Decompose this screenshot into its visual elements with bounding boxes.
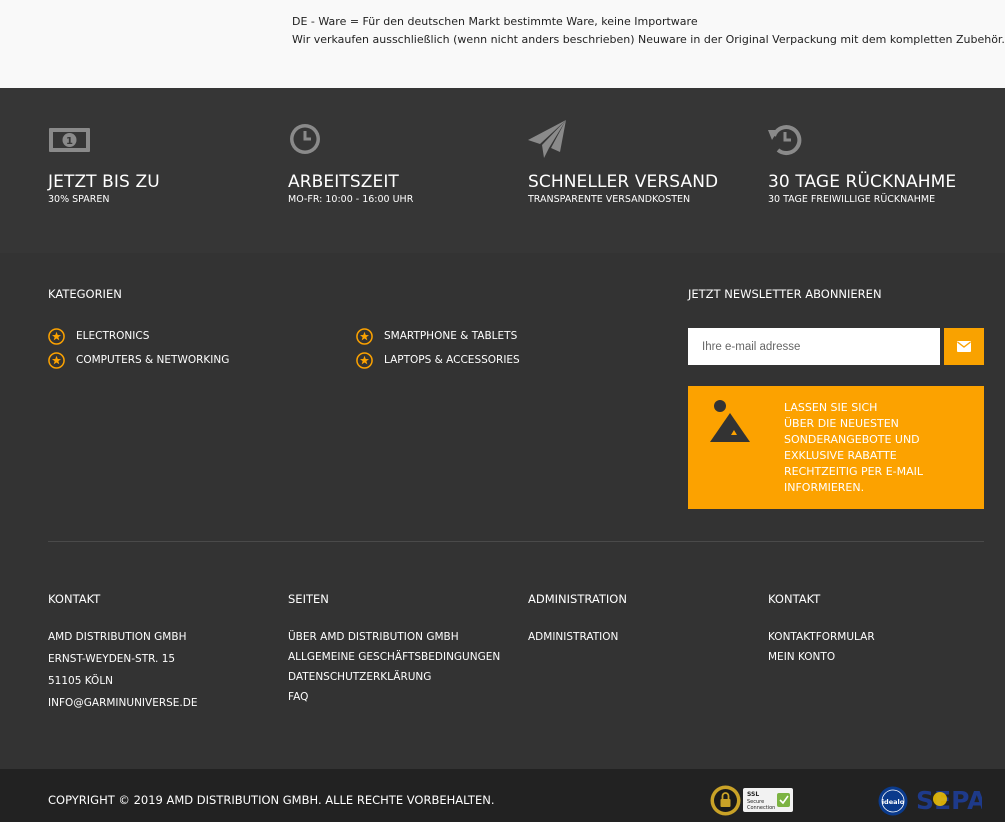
category-label: COMPUTERS & NETWORKING [76,354,230,366]
category-link[interactable]: LAPTOPS & ACCESSORIES [356,351,520,369]
contact-company: AMD DISTRIBUTION GMBH [48,631,187,643]
feature-subtitle: 30% SPAREN [48,194,110,205]
newsletter-promo-title: LASSEN SIE SICH [784,401,878,414]
notice-line-2: Wir verkaufen ausschließlich (wenn nicht… [292,33,1005,46]
newsletter-submit-button[interactable] [944,328,984,365]
category-label: LAPTOPS & ACCESSORIES [384,354,520,366]
feature-subtitle: 30 TAGE FREIWILLIGE RÜCKNAHME [768,194,936,205]
sepa-label: SEPA [916,786,982,815]
ssl-connection-label: Connection [747,805,775,811]
category-label: ELECTRONICS [76,330,150,342]
categories-heading: KATEGORIEN [48,287,122,301]
contact-heading: KONTAKT [48,592,101,606]
features-bar: 1 JETZT BIS ZU 30% SPAREN ARBEITSZEIT MO… [0,88,1005,253]
star-icon [48,351,65,369]
feature-title: 30 TAGE RÜCKNAHME [768,172,957,192]
contact-email-link[interactable]: INFO@GARMINUNIVERSE.DE [48,697,198,709]
ssl-label: SSL [747,791,759,798]
idealo-label: idealo [882,798,905,806]
notice-banner: DE - Ware = Für den deutschen Markt best… [0,0,1005,88]
page-link-privacy[interactable]: DATENSCHUTZERKLÄRUNG [288,671,431,683]
paper-plane-icon [528,120,566,158]
feature-title: JETZT BIS ZU [48,172,160,192]
feature-title: ARBEITSZEIT [288,172,399,192]
newsletter-promo-text: LASSEN SIE SICH ÜBER DIE NEUESTEN SONDER… [784,400,964,496]
notice-line-1: DE - Ware = Für den deutschen Markt best… [292,15,698,28]
alert-triangle-icon [710,400,750,442]
admin-link[interactable]: ADMINISTRATION [528,631,618,643]
idealo-badge: idealo [878,786,908,816]
feature-subtitle: MO-FR: 10:00 - 16:00 UHR [288,194,414,205]
feature-subtitle: TRANSPARENTE VERSANDKOSTEN [528,194,691,205]
feature-shipping: SCHNELLER VERSAND TRANSPARENTE VERSANDKO… [528,88,768,253]
svg-text:1: 1 [66,136,73,147]
page-link-terms[interactable]: ALLGEMEINE GESCHÄFTSBEDINGUNGEN [288,651,500,663]
star-icon [356,327,373,345]
administration-heading: ADMINISTRATION [528,592,627,606]
category-link[interactable]: COMPUTERS & NETWORKING [48,351,229,369]
feature-title: SCHNELLER VERSAND [528,172,719,192]
category-label: SMARTPHONE & TABLETS [384,330,518,342]
page-link-about[interactable]: ÜBER AMD DISTRIBUTION GMBH [288,631,459,643]
star-icon [356,351,373,369]
my-account-link[interactable]: MEIN KONTO [768,651,835,663]
bottom-bar: COPYRIGHT © 2019 AMD DISTRIBUTION GMBH. … [0,769,1005,822]
envelope-icon [957,341,971,352]
pages-heading: SEITEN [288,592,329,606]
contact-street: ERNST-WEYDEN-STR. 15 [48,653,176,665]
newsletter-promo-box: LASSEN SIE SICH ÜBER DIE NEUESTEN SONDER… [688,386,984,509]
footer-divider [48,541,984,542]
feature-hours: ARBEITSZEIT MO-FR: 10:00 - 16:00 UHR [288,88,528,253]
clock-icon [290,124,320,154]
footer-main: KATEGORIEN ELECTRONICS SMARTPHONE & TABL… [0,253,1005,769]
sepa-logo: SEPA [916,786,982,815]
star-icon [48,327,65,345]
ssl-secure-connection-badge: SSL Secure Connection [743,788,793,812]
page-link-faq[interactable]: FAQ [288,691,308,703]
contact2-heading: KONTAKT [768,592,821,606]
padlock-seal-icon [710,785,741,816]
newsletter-heading: JETZT NEWSLETTER ABONNIEREN [688,287,882,301]
newsletter-promo-body: ÜBER DIE NEUESTEN SONDERANGEBOTE UND EXK… [784,417,924,494]
contact-form-link[interactable]: KONTAKTFORMULAR [768,631,875,643]
feature-savings: 1 JETZT BIS ZU 30% SPAREN [48,88,288,253]
newsletter-email-input[interactable] [688,328,940,365]
copyright-text: COPYRIGHT © 2019 AMD DISTRIBUTION GMBH. … [48,793,495,807]
category-link[interactable]: ELECTRONICS [48,327,149,345]
feature-return: 30 TAGE RÜCKNAHME 30 TAGE FREIWILLIGE RÜ… [768,88,1005,253]
money-icon: 1 [49,128,90,152]
contact-city: 51105 KÖLN [48,675,114,687]
history-icon [768,125,802,156]
category-link[interactable]: SMARTPHONE & TABLETS [356,327,517,345]
